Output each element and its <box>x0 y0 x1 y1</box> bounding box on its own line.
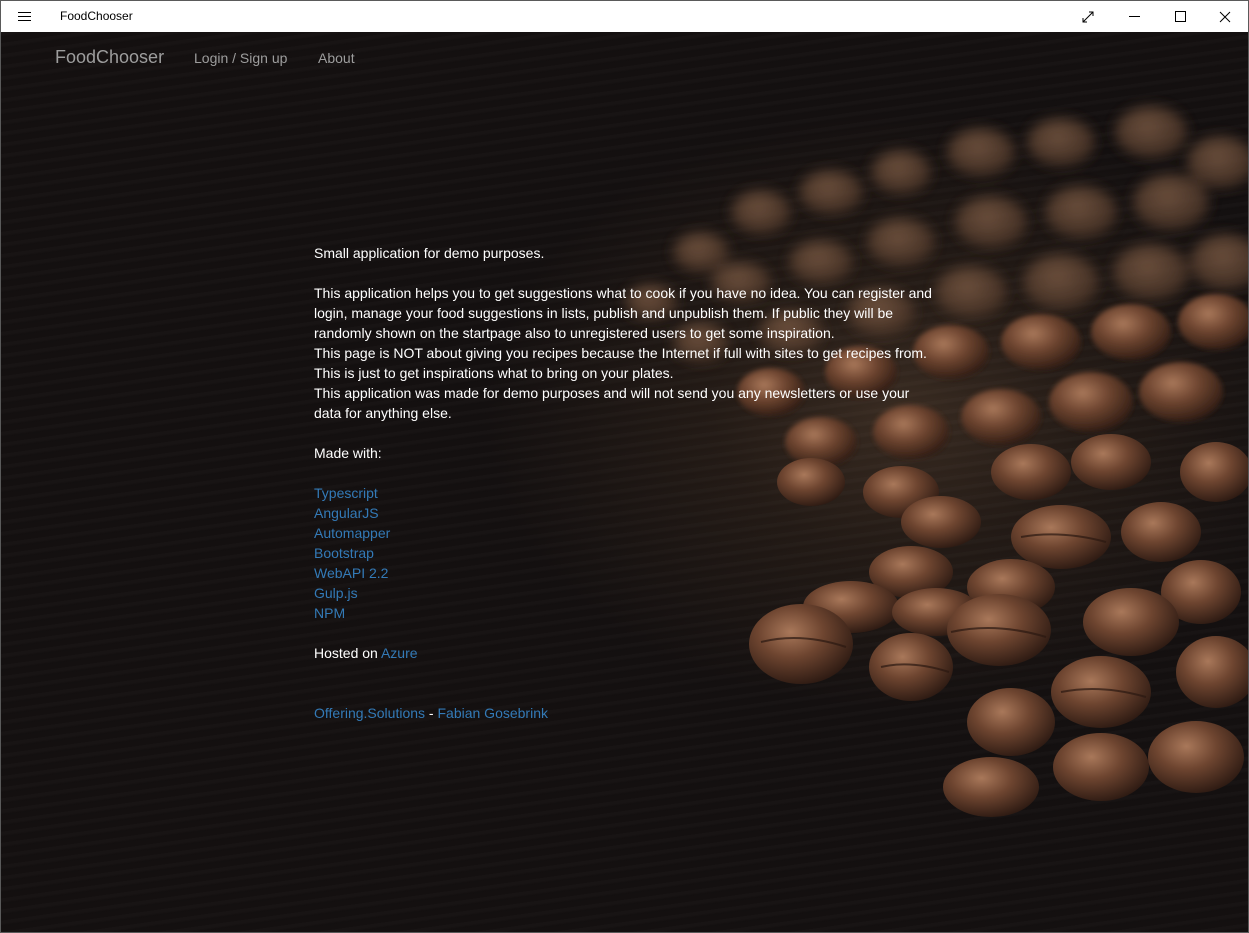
azure-link[interactable]: Azure <box>381 645 418 661</box>
description-line: login, manage your food suggestions in l… <box>314 305 894 321</box>
maximize-icon <box>1174 11 1186 22</box>
window-title: FoodChooser <box>60 9 133 23</box>
footer-separator: - <box>425 705 438 721</box>
maximize-button[interactable] <box>1157 1 1203 32</box>
offering-solutions-link[interactable]: Offering.Solutions <box>314 705 425 721</box>
minimize-icon <box>1128 16 1140 17</box>
description-line: randomly shown on the startpage also to … <box>314 325 835 341</box>
author-link[interactable]: Fabian Gosebrink <box>437 705 548 721</box>
tech-link-bootstrap[interactable]: Bootstrap <box>314 543 944 563</box>
navbar: FoodChooser Login / Sign up About <box>1 32 1248 82</box>
hamburger-icon <box>17 11 31 22</box>
made-with-label: Made with: <box>314 445 382 461</box>
login-signup-link[interactable]: Login / Sign up <box>194 50 287 66</box>
description-line: data for anything else. <box>314 405 452 421</box>
page-content: FoodChooser Login / Sign up About Small … <box>1 32 1248 932</box>
tech-link-typescript[interactable]: Typescript <box>314 483 944 503</box>
fullscreen-button[interactable] <box>1065 1 1111 32</box>
tech-link-npm[interactable]: NPM <box>314 603 944 623</box>
intro-text: Small application for demo purposes. <box>314 245 545 261</box>
close-button[interactable] <box>1202 1 1248 32</box>
hosted-on-line: Hosted on Azure <box>314 643 944 663</box>
about-content: Small application for demo purposes. Thi… <box>314 243 944 723</box>
close-icon <box>1219 11 1231 22</box>
description-line: This page is NOT about giving you recipe… <box>314 345 927 361</box>
hosted-on-label: Hosted on <box>314 645 378 661</box>
app-window: FoodChooser FoodChooser Login / Sign up … <box>0 0 1249 933</box>
about-link[interactable]: About <box>318 50 355 66</box>
tech-link-webapi[interactable]: WebAPI 2.2 <box>314 563 944 583</box>
tech-link-automapper[interactable]: Automapper <box>314 523 944 543</box>
tech-link-gulpjs[interactable]: Gulp.js <box>314 583 944 603</box>
footer-credits: Offering.Solutions - Fabian Gosebrink <box>314 703 944 723</box>
title-bar: FoodChooser <box>1 1 1248 32</box>
hamburger-menu-button[interactable] <box>1 1 47 32</box>
description-line: This application helps you to get sugges… <box>314 285 932 301</box>
minimize-button[interactable] <box>1111 1 1157 32</box>
navbar-brand-link[interactable]: FoodChooser <box>55 47 164 68</box>
description-line: This is just to get inspirations what to… <box>314 365 674 381</box>
description-line: This application was made for demo purpo… <box>314 385 910 401</box>
tech-link-angularjs[interactable]: AngularJS <box>314 503 944 523</box>
fullscreen-icon <box>1082 11 1094 22</box>
